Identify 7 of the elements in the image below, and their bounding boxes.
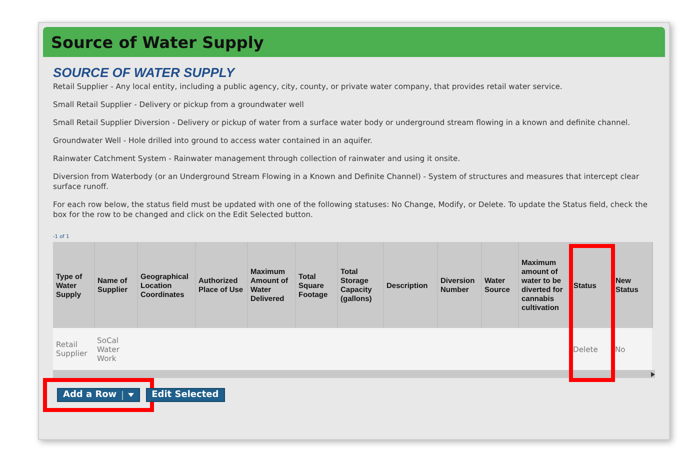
panel-title: Source of Water Supply xyxy=(51,33,265,52)
scroll-right-icon xyxy=(651,372,655,376)
action-button[interactable]: Add a Row xyxy=(57,388,140,402)
horizontal-scrollbar[interactable] xyxy=(53,370,655,378)
section-heading: SOURCE OF WATER SUPPLY xyxy=(53,65,236,80)
action-button[interactable]: Edit Selected xyxy=(146,388,225,402)
caret-icon xyxy=(128,393,134,397)
